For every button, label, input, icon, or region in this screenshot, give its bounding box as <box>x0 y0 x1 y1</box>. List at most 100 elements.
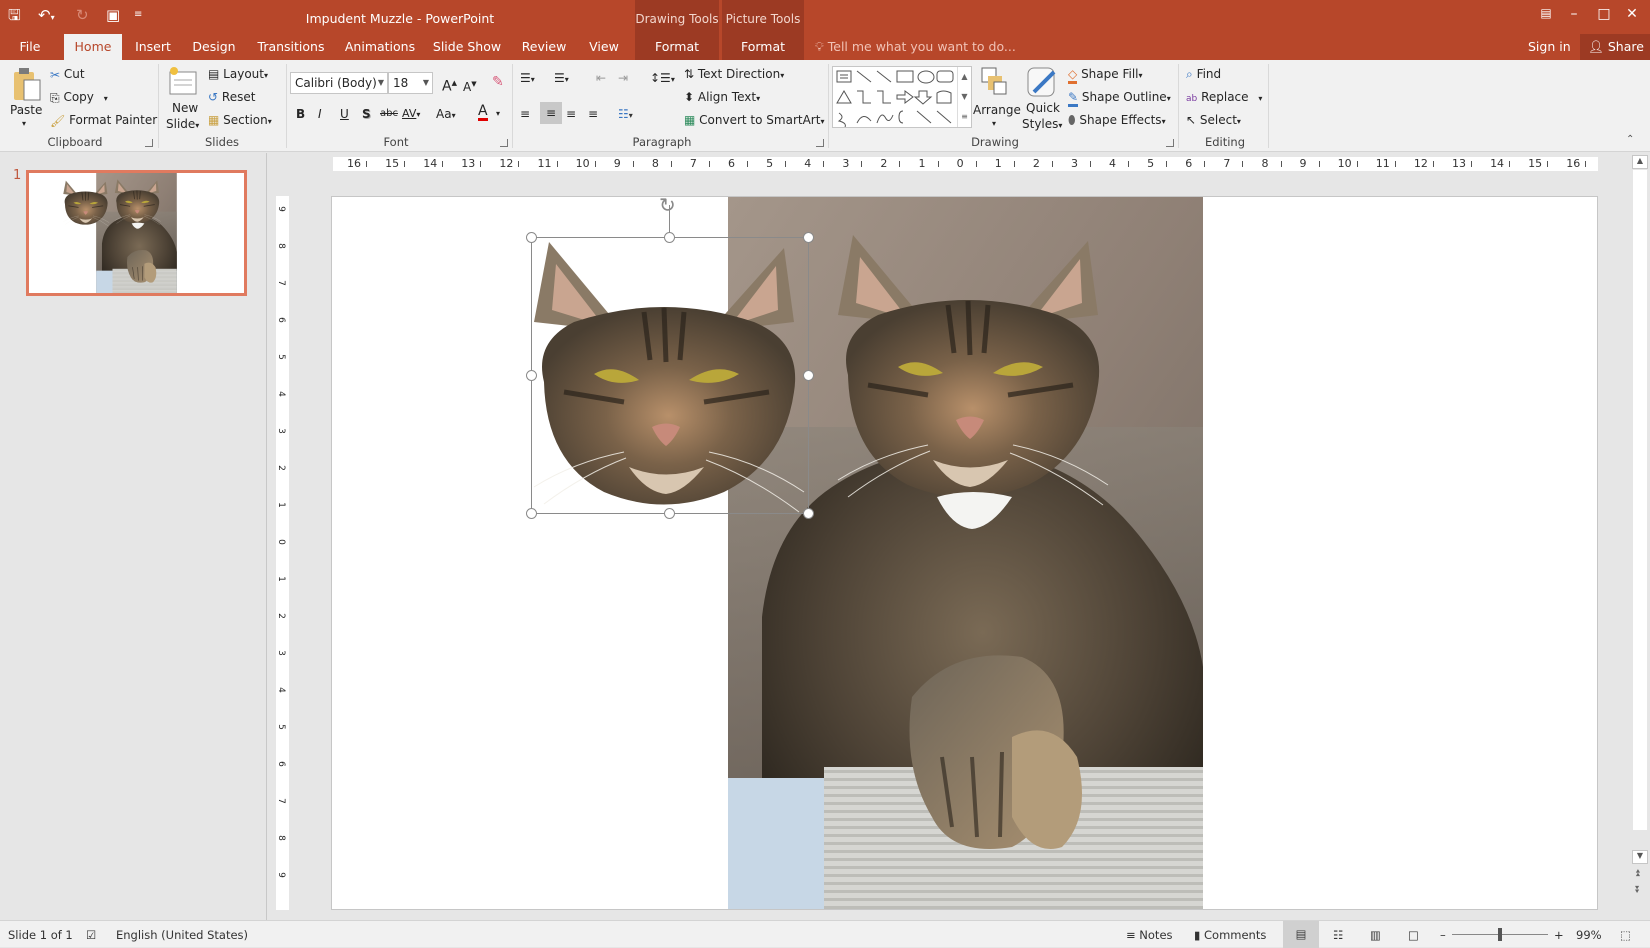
tab-review[interactable]: Review <box>514 34 574 60</box>
select-button[interactable]: ↖ Select▾ <box>1186 112 1241 130</box>
font-launcher-icon[interactable] <box>500 139 508 147</box>
vertical-ruler[interactable]: 9 8 7 6 5 4 3 2 1 0 1 2 3 4 5 6 7 8 9 <box>276 196 289 910</box>
format-painter-button[interactable]: 🖌︎ Format Painter <box>50 112 157 129</box>
resize-handle-sw[interactable] <box>526 508 537 519</box>
horizontal-ruler[interactable]: 16 15 14 13 12 11 10 9 8 7 6 5 4 3 2 1 0 1 2 3 4 5 6 7 8 9 10 11 12 1… <box>333 157 1598 171</box>
align-center-button[interactable]: ≡ <box>540 102 562 124</box>
slide-show-button[interactable]: □ <box>1408 928 1419 942</box>
spell-check-icon[interactable]: ☑ <box>86 928 96 942</box>
paste-icon[interactable] <box>12 66 42 102</box>
tab-animations[interactable]: Animations <box>340 34 420 60</box>
paste-dropdown-icon[interactable]: ▾ <box>22 116 26 132</box>
tab-picture-format[interactable]: Format <box>722 34 804 60</box>
collapse-ribbon-icon[interactable]: ⌃ <box>1626 132 1634 148</box>
vertical-scrollbar[interactable]: ▲ ▼ ⏫︎ ⏬︎ <box>1632 155 1648 900</box>
bullets-button[interactable]: ☰▾ <box>520 70 535 88</box>
character-spacing-button[interactable]: AV▾ <box>402 106 420 123</box>
arrange-button[interactable]: Arrange <box>973 102 1021 118</box>
reset-button[interactable]: ↺ Reset <box>208 89 255 105</box>
scroll-up-button[interactable]: ▲ <box>1632 155 1648 169</box>
tab-view[interactable]: View <box>584 34 624 60</box>
new-slide-label-1[interactable]: New <box>172 100 198 116</box>
layout-button[interactable]: ▤ Layout▾ <box>208 66 268 84</box>
scroll-down-button[interactable]: ▼ <box>1632 850 1648 864</box>
grow-font-button[interactable]: A▲ <box>442 75 457 95</box>
resize-handle-s[interactable] <box>664 508 675 519</box>
notes-button[interactable]: ≡ Notes <box>1126 928 1173 942</box>
strikethrough-button[interactable]: abc <box>380 106 398 122</box>
zoom-level[interactable]: 99% <box>1576 928 1602 942</box>
tab-file[interactable]: File <box>6 34 54 60</box>
slide-thumbnail-1[interactable] <box>26 170 247 296</box>
tab-home[interactable]: Home <box>64 34 122 60</box>
tab-drawing-format[interactable]: Format <box>635 34 719 60</box>
clear-formatting-icon[interactable]: ✎ <box>492 74 504 90</box>
shadow-button[interactable]: S <box>362 106 371 122</box>
normal-view-button[interactable]: ▤ <box>1283 921 1319 948</box>
resize-handle-ne[interactable] <box>803 232 814 243</box>
gallery-scroll[interactable]: ▲ ▼ ≡ <box>957 67 971 127</box>
align-text-button[interactable]: ⬍ Align Text▾ <box>684 89 760 107</box>
previous-slide-icon[interactable]: ⏫︎ <box>1635 868 1640 879</box>
arrange-dropdown-icon[interactable]: ▾ <box>992 116 996 132</box>
find-button[interactable]: ⌕ Find <box>1186 66 1221 82</box>
align-right-button[interactable]: ≡ <box>566 106 576 122</box>
tab-slide-show[interactable]: Slide Show <box>430 34 504 60</box>
close-icon[interactable]: ✕ <box>1620 6 1644 22</box>
font-name-combo[interactable]: Calibri (Body) ▼ <box>290 72 388 94</box>
section-button[interactable]: ▦ Section▾ <box>208 112 272 130</box>
resize-handle-nw[interactable] <box>526 232 537 243</box>
paragraph-launcher-icon[interactable] <box>816 139 824 147</box>
shape-effects-button[interactable]: ⬮ Shape Effects▾ <box>1068 112 1166 130</box>
zoom-out-button[interactable]: – <box>1440 928 1446 942</box>
underline-button[interactable]: U <box>340 106 349 122</box>
bold-button[interactable]: B <box>296 106 305 122</box>
drawing-launcher-icon[interactable] <box>1166 139 1174 147</box>
text-direction-button[interactable]: ⇅ Text Direction▾ <box>684 66 784 84</box>
italic-button[interactable]: I <box>318 106 322 122</box>
increase-indent-button[interactable]: ⇥ <box>618 70 628 86</box>
tab-design[interactable]: Design <box>186 34 242 60</box>
rotate-handle-icon[interactable]: ↻ <box>659 197 676 217</box>
shape-outline-button[interactable]: ✎ Shape Outline▾ <box>1068 89 1171 107</box>
slide-canvas[interactable]: ↻ <box>331 196 1598 910</box>
copy-button[interactable]: ⎘ Copy ▾ <box>50 89 108 107</box>
zoom-in-button[interactable]: + <box>1554 928 1564 942</box>
new-slide-icon[interactable] <box>168 66 198 96</box>
scroll-thumb[interactable] <box>1633 170 1647 830</box>
minimize-icon[interactable]: – <box>1562 6 1586 22</box>
quick-styles-icon[interactable] <box>1026 66 1058 100</box>
arrange-icon[interactable] <box>980 66 1010 96</box>
language-indicator[interactable]: English (United States) <box>116 928 248 942</box>
fit-slide-icon[interactable]: ⬚ <box>1620 928 1631 942</box>
justify-button[interactable]: ≡ <box>588 106 598 122</box>
next-slide-icon[interactable]: ⏬︎ <box>1635 885 1640 896</box>
resize-handle-se[interactable] <box>803 508 814 519</box>
comments-button[interactable]: ▮ Comments <box>1194 928 1266 942</box>
align-left-button[interactable]: ≡ <box>520 106 530 122</box>
cut-button[interactable]: ✂ Cut <box>50 66 85 83</box>
numbering-button[interactable]: ☰▾ <box>554 70 569 88</box>
columns-button[interactable]: ☷▾ <box>618 106 633 124</box>
tab-insert[interactable]: Insert <box>128 34 178 60</box>
paste-button[interactable]: Paste <box>10 102 42 118</box>
tab-transitions[interactable]: Transitions <box>252 34 330 60</box>
share-button[interactable]: 👤︎ Share <box>1580 34 1650 60</box>
resize-handle-w[interactable] <box>526 370 537 381</box>
zoom-slider-thumb[interactable] <box>1498 928 1502 941</box>
shrink-font-button[interactable]: A▼ <box>463 76 477 95</box>
font-color-dropdown-icon[interactable]: ▾ <box>496 106 500 122</box>
convert-smartart-button[interactable]: ▦ Convert to SmartArt▾ <box>684 112 824 130</box>
reading-view-button[interactable]: ▥ <box>1370 928 1381 942</box>
change-case-button[interactable]: Aa▾ <box>436 106 456 124</box>
decrease-indent-button[interactable]: ⇤ <box>596 70 606 86</box>
slide-sorter-button[interactable]: ☷ <box>1333 928 1343 942</box>
sign-in-link[interactable]: Sign in <box>1528 39 1571 54</box>
resize-handle-n[interactable] <box>664 232 675 243</box>
font-color-button[interactable]: A <box>478 104 488 121</box>
shape-fill-button[interactable]: ◇ Shape Fill▾ <box>1068 66 1143 84</box>
new-slide-button[interactable]: Slide▾ <box>166 116 199 134</box>
quick-styles-button[interactable]: Styles▾ <box>1022 116 1062 134</box>
maximize-icon[interactable]: □ <box>1592 6 1616 22</box>
selection-frame[interactable] <box>531 237 809 514</box>
